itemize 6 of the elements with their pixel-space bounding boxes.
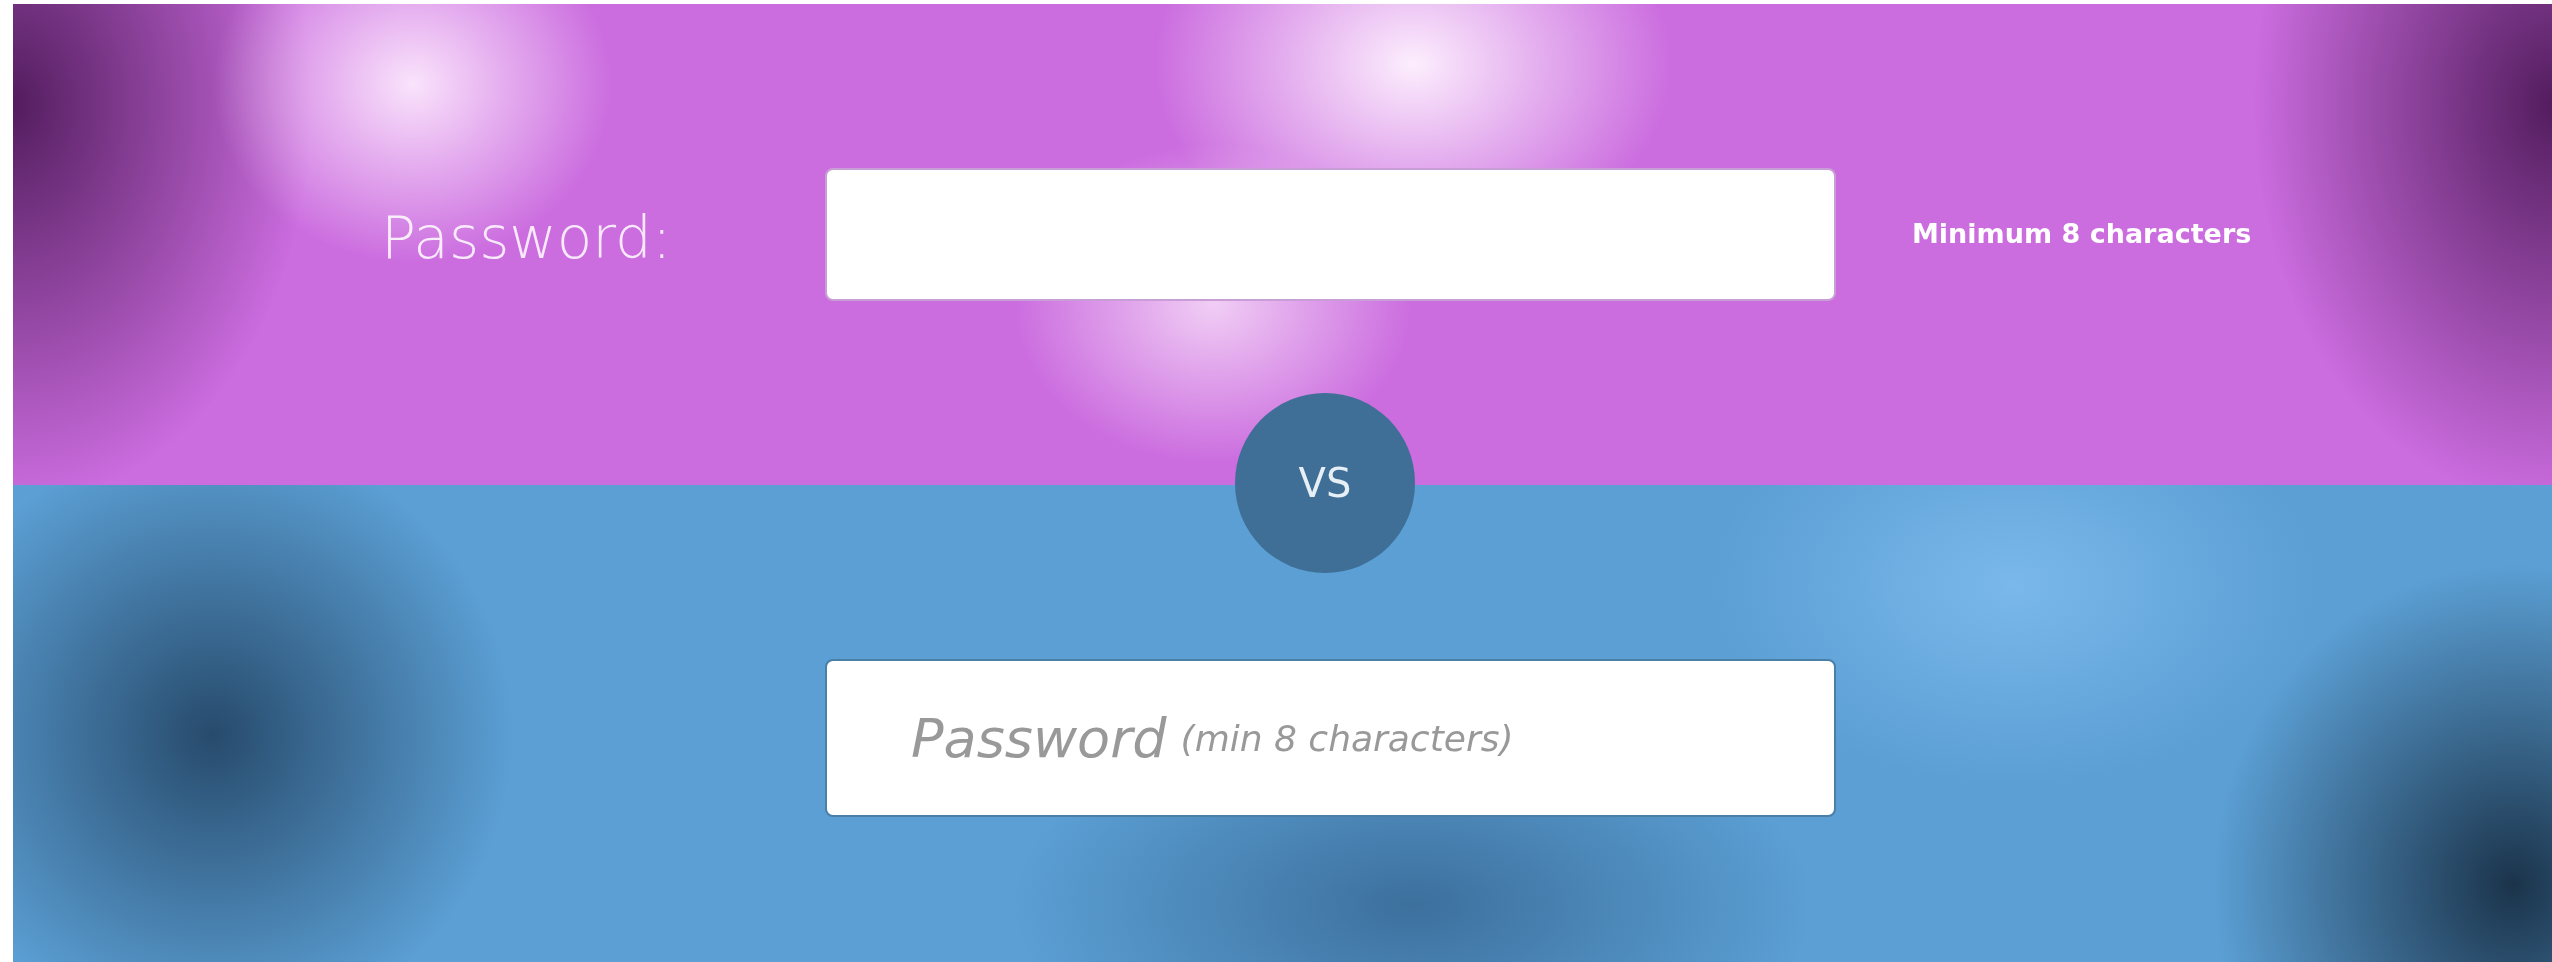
field-label: Password: bbox=[381, 204, 673, 272]
password-input[interactable]: Password (min 8 characters) bbox=[825, 659, 1836, 817]
field-hint: Minimum 8 characters bbox=[1912, 218, 2252, 249]
password-input[interactable] bbox=[825, 168, 1836, 301]
placeholder-note: (min 8 characters) bbox=[1180, 717, 1514, 759]
placeholder-text: Password bbox=[911, 706, 1167, 770]
